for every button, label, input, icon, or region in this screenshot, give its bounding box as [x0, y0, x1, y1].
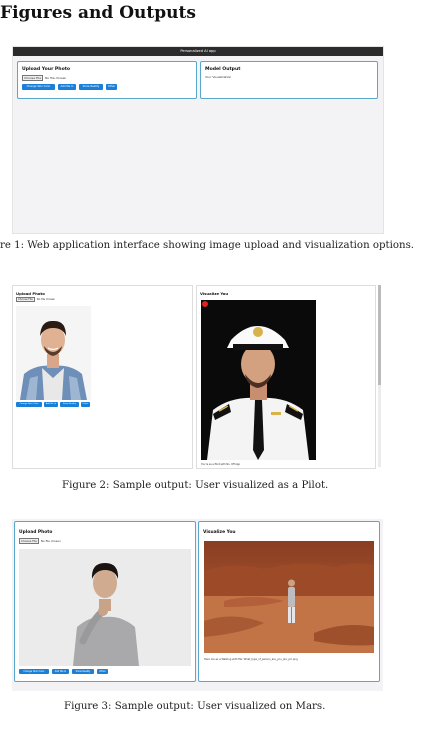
- figure-2-upload-panel: Upload Photo Choose File No file chosen C…: [12, 285, 193, 469]
- choose-file-button[interactable]: Choose File: [16, 297, 35, 302]
- upload-title: Upload Photo: [19, 530, 53, 535]
- change-skin-color-button[interactable]: Change Skin Color: [22, 84, 55, 90]
- visualize-card: Visualize You Here me as a Walking with …: [198, 521, 380, 682]
- scrollbar[interactable]: [378, 285, 381, 467]
- app-title-bar: Personalized AI app: [13, 47, 383, 56]
- output-caption-text: You're as a Pilot with No. Off App: [201, 463, 241, 466]
- upload-card: Upload Your Photo Choose File No file cho…: [17, 61, 197, 99]
- scroll-thumb[interactable]: [378, 285, 381, 385]
- no-file-label: No file chosen: [45, 76, 67, 80]
- no-file-label: No file chosen: [36, 298, 56, 301]
- uploaded-portrait-image: [16, 306, 91, 400]
- uploaded-portrait-image: [19, 549, 191, 666]
- figure-2-visualize-panel: Visualize You You're as a Pilot with No.…: [196, 285, 376, 469]
- show-reality-button[interactable]: Show Reality: [60, 402, 79, 407]
- other-button[interactable]: Other: [106, 84, 117, 90]
- mars-output-image: [204, 541, 374, 653]
- upload-title: Upload Your Photo: [22, 67, 71, 72]
- add-me-in-button[interactable]: Add Me In: [44, 402, 58, 407]
- change-skin-color-button[interactable]: Change Skin Color: [19, 669, 49, 674]
- no-file-label: No file chosen: [40, 539, 61, 543]
- file-picker: Choose File No file chosen: [19, 538, 61, 544]
- upload-card: Upload Photo Choose File No file chosen C…: [14, 521, 196, 682]
- figure-3-caption: Figure 3: Sample output: User visualized…: [64, 701, 326, 712]
- model-output-card: Model Output Your Visualization: [200, 61, 378, 99]
- other-button[interactable]: Other: [81, 402, 90, 407]
- choose-file-button[interactable]: Choose File: [22, 75, 44, 81]
- file-picker: Choose File No file chosen: [16, 297, 55, 302]
- visualize-title: Visualize You: [203, 530, 236, 535]
- pilot-output-image: [201, 300, 316, 460]
- figure-1-screenshot: Personalized AI app Upload Your Photo Ch…: [12, 46, 384, 234]
- add-me-in-button[interactable]: Add Me In: [58, 84, 76, 90]
- other-button[interactable]: Other: [97, 669, 108, 674]
- figure-1-caption: re 1: Web application interface showing …: [0, 240, 415, 251]
- file-picker: Choose File No file chosen: [22, 75, 66, 81]
- show-reality-button[interactable]: Show Reality: [72, 669, 94, 674]
- section-title: Figures and Outputs: [0, 3, 196, 23]
- model-output-title: Model Output: [205, 67, 241, 72]
- figure-2-caption: Figure 2: Sample output: User visualized…: [62, 480, 329, 491]
- add-me-in-button[interactable]: Add Me In: [52, 669, 69, 674]
- output-placeholder: Your Visualization: [205, 75, 232, 79]
- change-skin-color-button[interactable]: Change Skin Color: [16, 402, 42, 407]
- upload-title: Upload Photo: [16, 291, 45, 296]
- figure-3-screenshot: Upload Photo Choose File No file chosen C…: [12, 519, 383, 691]
- output-caption-text: Here me as a Walking with file: What_typ…: [204, 658, 298, 661]
- choose-file-button[interactable]: Choose File: [19, 538, 39, 544]
- show-reality-button[interactable]: Show Reality: [79, 84, 103, 90]
- visualize-title: Visualize You: [200, 291, 229, 296]
